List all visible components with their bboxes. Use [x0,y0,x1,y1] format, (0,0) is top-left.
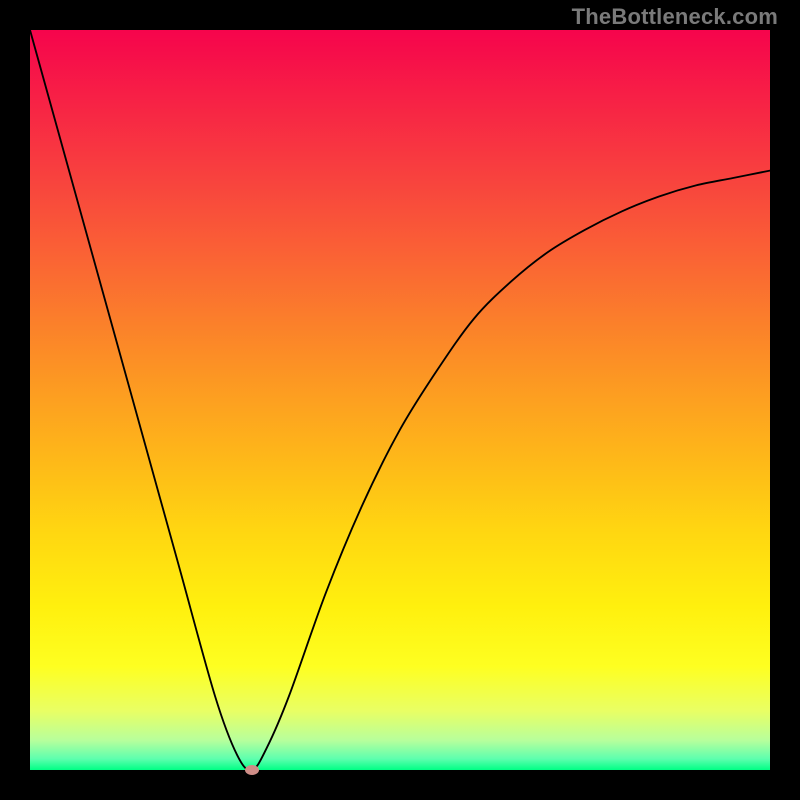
chart-frame: TheBottleneck.com [0,0,800,800]
plot-area [30,30,770,770]
curve-svg [30,30,770,770]
attribution-text: TheBottleneck.com [572,4,778,30]
bottleneck-curve [30,30,770,770]
optimal-point-marker [245,765,259,775]
